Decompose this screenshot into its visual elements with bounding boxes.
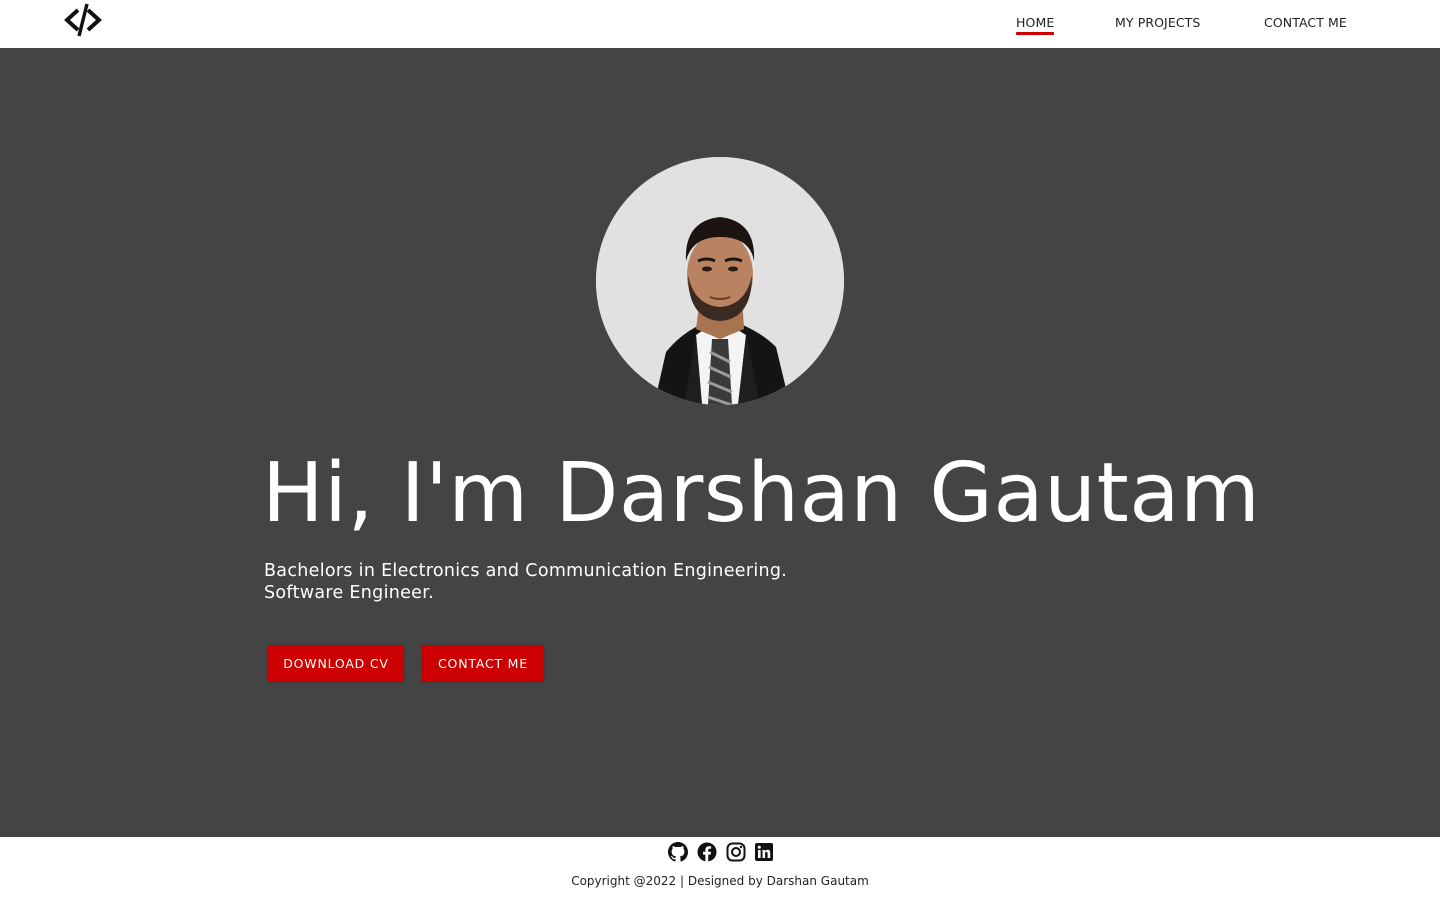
code-logo-icon[interactable]: [64, 3, 102, 37]
nav-contact-me-link[interactable]: CONTACT ME: [1264, 15, 1347, 31]
github-icon[interactable]: [668, 842, 688, 862]
nav-home-link[interactable]: HOME: [1016, 15, 1055, 35]
hero-subtitle-line-1: Bachelors in Electronics and Communicati…: [264, 561, 788, 581]
facebook-icon[interactable]: [697, 842, 717, 862]
hero-title: Hi, I'm Darshan Gautam: [262, 446, 1261, 541]
nav-my-projects-link[interactable]: MY PROJECTS: [1115, 15, 1200, 31]
hero-section: Hi, I'm Darshan Gautam Bachelors in Elec…: [0, 48, 1440, 837]
footer: Copyright @2022 | Designed by Darshan Ga…: [0, 837, 1440, 900]
instagram-icon[interactable]: [726, 842, 746, 862]
profile-photo: [596, 157, 844, 405]
contact-me-button[interactable]: CONTACT ME: [422, 645, 544, 681]
hero-subtitle-line-2: Software Engineer.: [264, 583, 435, 603]
copyright-text: Copyright @2022 | Designed by Darshan Ga…: [571, 874, 869, 888]
top-navbar: HOME MY PROJECTS CONTACT ME: [0, 0, 1440, 48]
download-cv-button[interactable]: DOWNLOAD CV: [268, 645, 404, 681]
linkedin-icon[interactable]: [754, 842, 774, 862]
